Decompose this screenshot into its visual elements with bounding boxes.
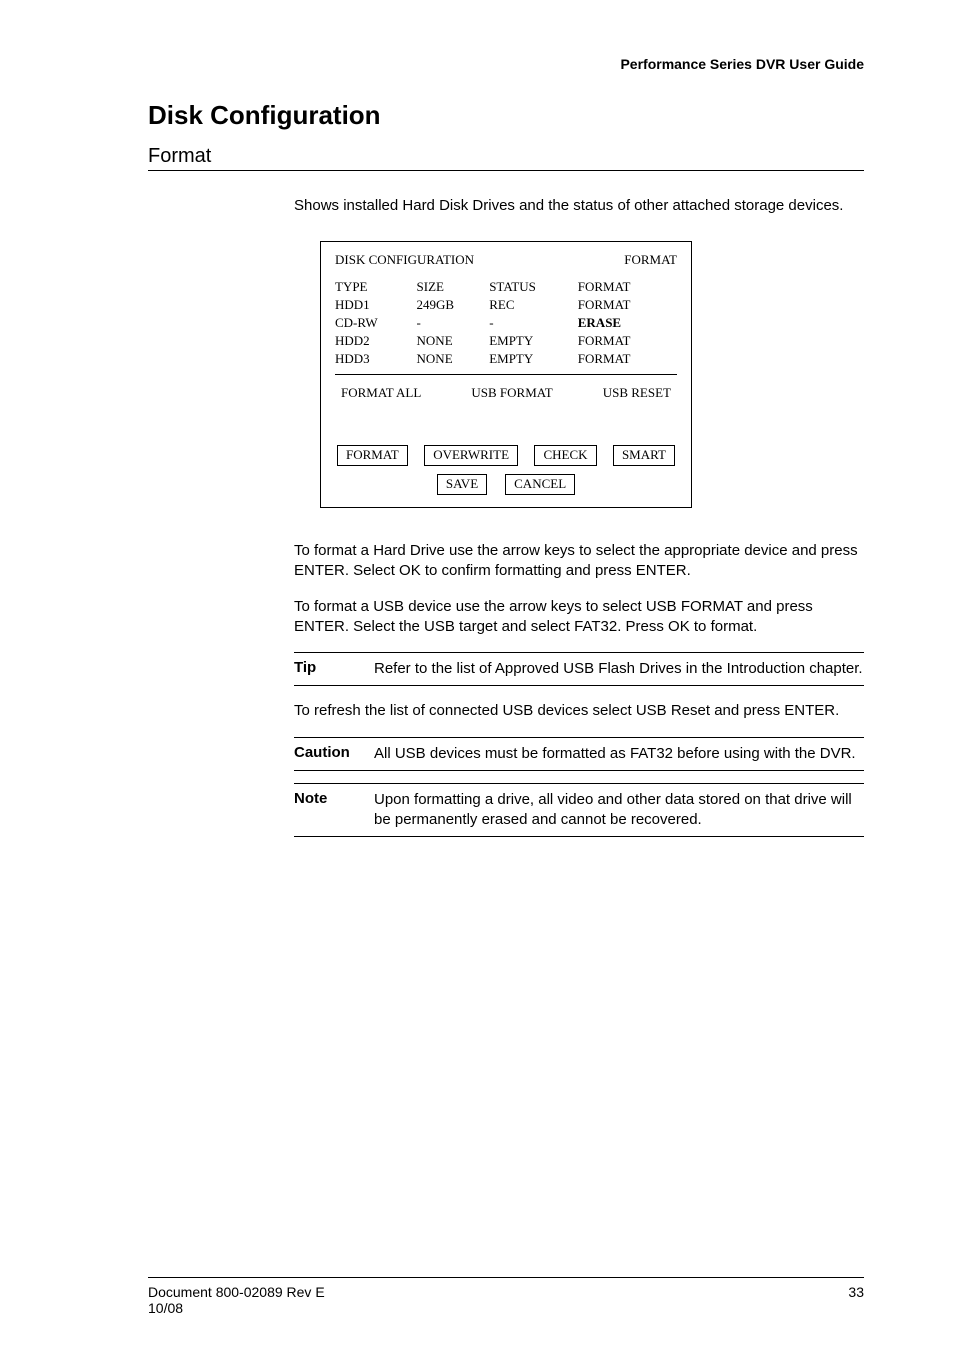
cancel-button: CANCEL [505,474,575,495]
usb-format-label: USB FORMAT [471,385,552,401]
disk-table: TYPE SIZE STATUS FORMAT HDD1 249GB REC F… [335,278,677,368]
footer-page-number: 33 [848,1284,864,1300]
paragraph-format-usb: To format a USB device use the arrow key… [294,597,864,638]
cell: EMPTY [489,350,578,368]
cell: HDD3 [335,350,417,368]
diagram-buttons-row-2: SAVE CANCEL [335,474,677,495]
cell: NONE [417,332,490,350]
smart-button: SMART [613,445,675,466]
save-button: SAVE [437,474,487,495]
cell: FORMAT [578,296,677,314]
tip-text: Refer to the list of Approved USB Flash … [374,659,864,679]
paragraph-format-hdd: To format a Hard Drive use the arrow key… [294,541,864,582]
footer-date: 10/08 [148,1300,864,1316]
cell: 249GB [417,296,490,314]
usb-reset-label: USB RESET [603,385,671,401]
col-size: SIZE [417,278,490,296]
footer-rule [148,1277,864,1278]
table-row: CD-RW - - ERASE [335,314,677,332]
table-row: HDD2 NONE EMPTY FORMAT [335,332,677,350]
overwrite-button: OVERWRITE [424,445,518,466]
col-type: TYPE [335,278,417,296]
footer-doc-id: Document 800-02089 Rev E [148,1284,325,1300]
col-status: STATUS [489,278,578,296]
cell: HDD1 [335,296,417,314]
section-title: Disk Configuration [148,100,864,131]
cell: ERASE [578,314,677,332]
subsection-heading: Format [148,145,864,168]
cell: FORMAT [578,332,677,350]
cell: NONE [417,350,490,368]
tip-label: Tip [294,659,356,679]
cell: - [417,314,490,332]
cell: - [489,314,578,332]
cell: EMPTY [489,332,578,350]
paragraph-refresh-usb: To refresh the list of connected USB dev… [294,701,864,721]
diagram-buttons-row-1: FORMAT OVERWRITE CHECK SMART [335,445,677,466]
diagram-actions-row: FORMAT ALL USB FORMAT USB RESET [335,385,677,401]
note-callout: Note Upon formatting a drive, all video … [294,783,864,838]
cell: HDD2 [335,332,417,350]
note-text: Upon formatting a drive, all video and o… [374,790,864,831]
check-button: CHECK [534,445,596,466]
intro-paragraph: Shows installed Hard Disk Drives and the… [294,196,864,216]
caution-callout: Caution All USB devices must be formatte… [294,737,864,771]
table-row: HDD1 249GB REC FORMAT [335,296,677,314]
diagram-title-left: DISK CONFIGURATION [335,252,474,268]
format-all-label: FORMAT ALL [341,385,421,401]
caution-text: All USB devices must be formatted as FAT… [374,744,864,764]
table-header-row: TYPE SIZE STATUS FORMAT [335,278,677,296]
cell: CD-RW [335,314,417,332]
tip-callout: Tip Refer to the list of Approved USB Fl… [294,652,864,686]
cell: REC [489,296,578,314]
caution-label: Caution [294,744,356,764]
table-row: HDD3 NONE EMPTY FORMAT [335,350,677,368]
running-header: Performance Series DVR User Guide [148,56,864,72]
subsection-rule [148,170,864,171]
format-button: FORMAT [337,445,408,466]
col-format: FORMAT [578,278,677,296]
note-label: Note [294,790,356,831]
diagram-title-right: FORMAT [624,252,677,268]
diagram-divider [335,374,677,375]
page-footer: Document 800-02089 Rev E 33 10/08 [148,1277,864,1316]
cell: FORMAT [578,350,677,368]
disk-config-diagram: DISK CONFIGURATION FORMAT TYPE SIZE STAT… [320,241,692,508]
